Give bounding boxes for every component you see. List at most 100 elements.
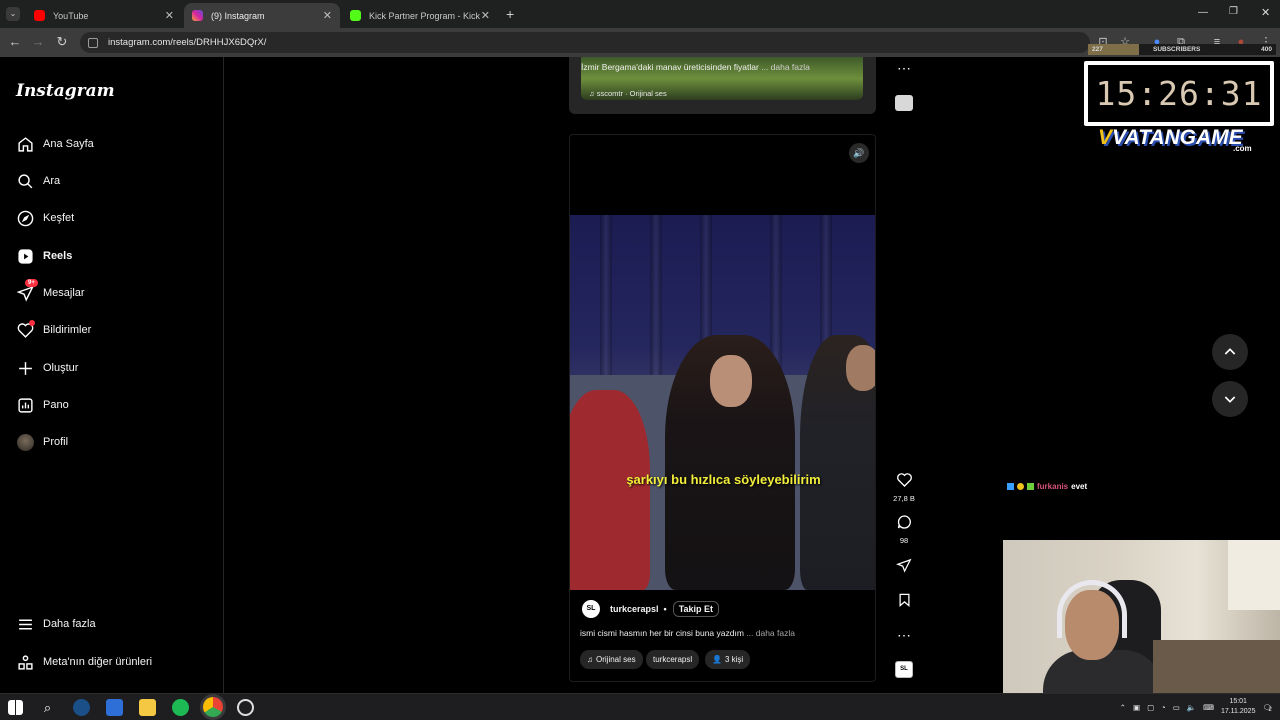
display-icon[interactable]: ▭ — [1173, 703, 1180, 712]
previous-reel-button[interactable] — [1212, 334, 1248, 370]
reel-video[interactable]: şarkıyı bu hızlıca söyleyebilirim — [570, 215, 875, 590]
sidebar-item-label: Daha fazla — [43, 618, 96, 630]
previous-reel-caption: İzmir Bergama'daki manav üreticisinden f… — [581, 62, 810, 72]
search-icon — [16, 172, 34, 190]
more-link[interactable]: ... daha fazla — [746, 628, 795, 638]
windows-start-icon[interactable] — [8, 700, 23, 715]
system-clock[interactable]: 15:01 17.11.2025 — [1221, 697, 1256, 717]
close-icon[interactable]: ✕ — [323, 9, 332, 22]
caption-text: ismi cismi hasmın her bir cinsi buna yaz… — [580, 628, 744, 638]
audio-thumbnail[interactable]: SL — [895, 661, 913, 678]
close-icon[interactable]: ✕ — [165, 9, 174, 22]
wifi-icon[interactable]: ◔ — [1161, 703, 1166, 712]
person-icon: 👤 — [712, 655, 722, 664]
sidebar-item-search[interactable]: Ara — [16, 167, 216, 195]
chevron-up-icon[interactable]: ⌃ — [1120, 703, 1126, 712]
close-window-button[interactable]: ✕ — [1261, 6, 1270, 19]
keyboard-icon[interactable]: ⌨ — [1203, 703, 1214, 712]
minimize-button[interactable]: — — [1198, 7, 1208, 18]
url-text: instagram.com/reels/DRHHJX6DQrX/ — [108, 37, 267, 48]
system-date: 17.11.2025 — [1220, 708, 1256, 715]
tab-search-button[interactable]: ⌄ — [6, 7, 20, 21]
face-right — [846, 345, 875, 391]
compass-icon — [16, 209, 34, 227]
reload-button[interactable]: ↻ — [53, 34, 71, 50]
comment-icon — [897, 515, 911, 529]
unread-badge: 9+ — [25, 279, 38, 287]
forward-button[interactable]: → — [29, 34, 47, 49]
audio-user-pill[interactable]: turkcerapsl — [646, 650, 700, 669]
sidebar-item-profile[interactable]: Profil — [16, 428, 216, 456]
audio-pill[interactable]: ♫ Orijinal ses — [580, 650, 643, 669]
webcam-feed — [1003, 540, 1280, 693]
sidebar-item-reels[interactable]: Reels — [16, 242, 216, 270]
chat-badge-icon — [1007, 483, 1014, 490]
sidebar-item-home[interactable]: Ana Sayfa — [16, 130, 216, 158]
sponsor-logo-domain: .com — [1233, 144, 1252, 153]
author-name[interactable]: turkcerapsl — [610, 604, 659, 614]
sidebar-item-label: Pano — [43, 399, 69, 411]
meta-apps-icon — [16, 653, 34, 671]
follow-button[interactable]: Takip Et — [672, 601, 720, 617]
sidebar-item-label: Oluştur — [43, 362, 79, 374]
search-icon[interactable]: ⌕ — [39, 699, 56, 716]
home-icon — [16, 135, 34, 153]
steam-icon[interactable] — [73, 699, 90, 716]
instagram-logo[interactable]: Instagram — [16, 81, 115, 101]
sidebar-item-create[interactable]: Oluştur — [16, 354, 216, 382]
chrome-icon[interactable] — [203, 697, 223, 717]
network-icon[interactable]: ▣ — [1133, 703, 1140, 712]
more-options-icon[interactable]: ⋯ — [889, 627, 919, 644]
people-tag-pill[interactable]: 👤 3 kişi — [705, 650, 751, 669]
taskbar: ⌕ ⌃ ▣ ▢ ◔ ▭ 🔈 ⌨ 15:01 17.11.2025 🗨 2 — [0, 693, 1280, 720]
heart-icon — [896, 473, 912, 487]
chat-text: evet — [1071, 482, 1088, 491]
chat-badge-icon — [1017, 483, 1024, 490]
tab-title: YouTube — [53, 10, 89, 21]
tab-kick[interactable]: Kick Partner Program - Kick Da ✕ — [342, 3, 498, 28]
tray-app-icon[interactable]: ▢ — [1147, 703, 1154, 712]
comment-button[interactable]: 98 — [889, 514, 919, 545]
chat-message: furkanis evet — [1007, 482, 1087, 491]
sidebar-item-notifications[interactable]: Bildirimler — [16, 316, 216, 344]
save-button[interactable] — [889, 592, 919, 613]
system-time: 15:01 — [1229, 698, 1247, 705]
like-button[interactable]: 27,8 B — [889, 472, 919, 503]
webcam-window — [1228, 540, 1280, 610]
share-button[interactable] — [889, 558, 919, 578]
sidebar-item-label: Reels — [43, 250, 73, 262]
previous-more-options-icon[interactable]: ⋯ — [889, 60, 919, 77]
site-info-icon[interactable] — [88, 37, 98, 48]
notification-icon[interactable]: 🗨 2 — [1262, 703, 1272, 713]
speaker-icon[interactable]: 🔈 — [1187, 703, 1196, 712]
close-icon[interactable]: ✕ — [481, 9, 490, 22]
sidebar-item-meta-apps[interactable]: Meta'nın diğer ürünleri — [16, 648, 216, 676]
notification-dot — [29, 320, 35, 326]
next-reel-button[interactable] — [1212, 381, 1248, 417]
restore-button[interactable]: ❐ — [1229, 6, 1238, 17]
tab-instagram[interactable]: (9) Instagram ✕ — [184, 3, 340, 28]
sidebar-item-label: Profil — [43, 436, 69, 448]
new-tab-button[interactable]: + — [506, 6, 514, 22]
store-icon[interactable] — [106, 699, 123, 716]
sidebar-item-explore[interactable]: Keşfet — [16, 204, 216, 232]
file-explorer-icon[interactable] — [139, 699, 156, 716]
plus-icon — [16, 359, 34, 377]
volume-icon[interactable]: 🔊 — [849, 143, 869, 163]
sidebar-item-more[interactable]: Daha fazla — [16, 610, 216, 638]
subscriber-current: 227 — [1092, 46, 1103, 53]
more-link[interactable]: ... daha fazla — [761, 62, 810, 72]
reel-card[interactable]: 🔊 şarkıyı bu hızlıca söyleyebilirim SL t… — [569, 134, 876, 682]
obs-icon[interactable] — [237, 699, 254, 716]
tab-youtube[interactable]: YouTube ✕ — [26, 3, 182, 28]
spotify-icon[interactable] — [172, 699, 189, 716]
sidebar-item-messages[interactable]: 9+ Mesajlar — [16, 279, 216, 307]
previous-reel-audio[interactable]: ♫ sscomtr · Orijinal ses — [589, 89, 667, 98]
previous-audio-thumbnail[interactable] — [895, 95, 913, 111]
author-avatar[interactable]: SL — [582, 600, 600, 618]
back-button[interactable]: ← — [6, 34, 24, 49]
sidebar-item-dashboard[interactable]: Pano — [16, 391, 216, 419]
avatar — [16, 433, 34, 451]
address-bar[interactable]: instagram.com/reels/DRHHJX6DQrX/ — [80, 32, 1090, 53]
previous-reel-card[interactable]: İzmir Bergama'daki manav üreticisinden f… — [569, 57, 876, 114]
